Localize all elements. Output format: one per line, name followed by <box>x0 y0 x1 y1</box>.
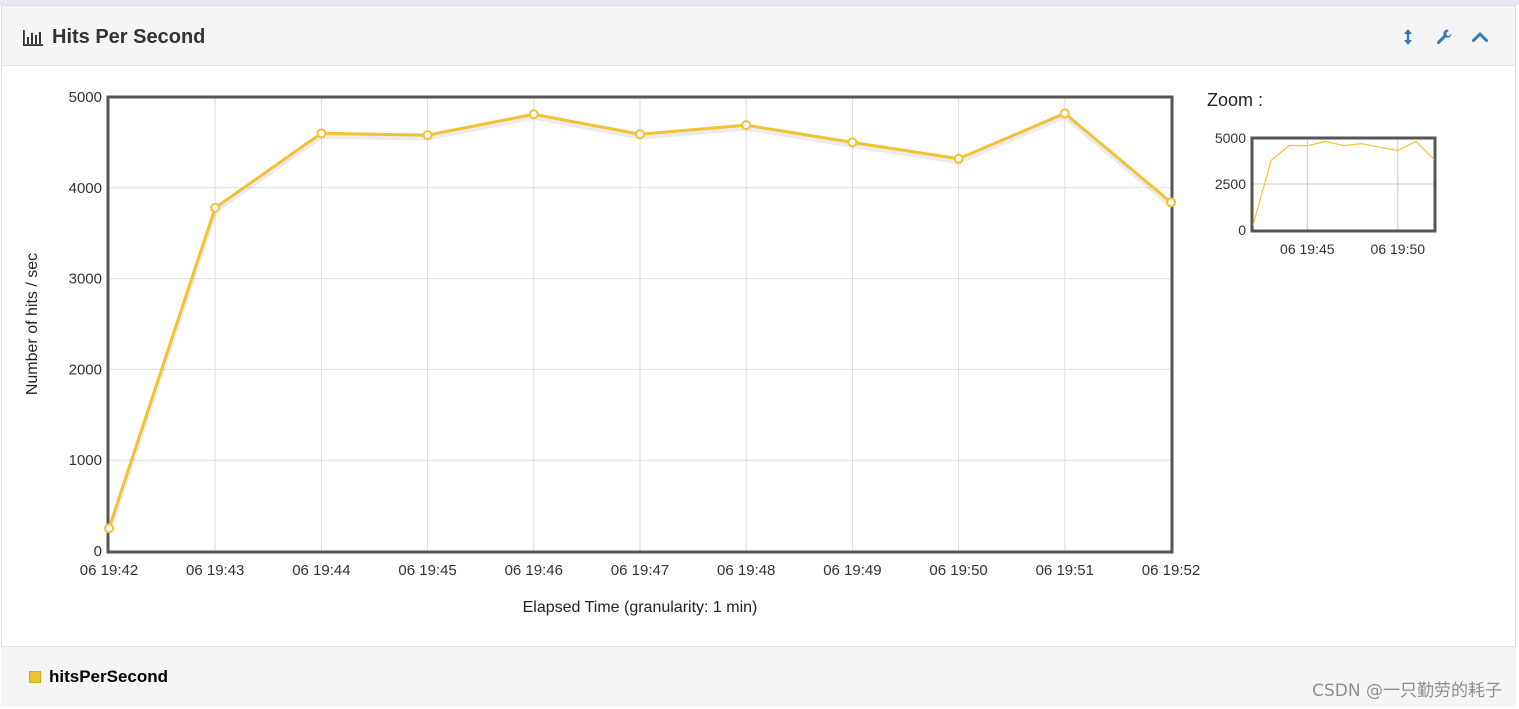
resize-vertical-icon[interactable] <box>1399 28 1417 46</box>
data-point <box>741 120 752 131</box>
x-axis-label: Elapsed Time (granularity: 1 min) <box>523 599 758 616</box>
data-point <box>953 153 964 164</box>
zoom-y-tick-label: 0 <box>1238 222 1246 238</box>
zoom-grid <box>1253 138 1434 230</box>
y-tick-label: 0 <box>94 543 102 560</box>
y-tick-label: 3000 <box>69 271 102 288</box>
zoom-y-tick-label: 2500 <box>1215 176 1246 192</box>
watermark: CSDN @一只勤劳的耗子 <box>1312 681 1502 701</box>
panel-heading: Hits Per Second <box>2 6 1515 66</box>
x-tick-label: 06 19:44 <box>292 562 350 579</box>
panel-title: Hits Per Second <box>22 26 205 49</box>
bar-chart-icon <box>23 29 43 46</box>
x-tick-label: 06 19:50 <box>929 562 987 579</box>
y-tick-labels: 0 1000 2000 3000 4000 5000 <box>69 89 102 560</box>
y-tick-label: 1000 <box>69 452 102 469</box>
y-tick-label: 4000 <box>69 180 102 197</box>
data-point <box>422 130 433 141</box>
y-tick-label: 5000 <box>69 89 102 106</box>
x-tick-label: 06 19:52 <box>1142 562 1200 579</box>
zoom-x-tick-label: 06 19:45 <box>1280 241 1335 257</box>
data-point <box>210 202 221 213</box>
data-point <box>1166 197 1176 208</box>
data-point <box>104 523 114 534</box>
x-tick-labels: 06 19:42 06 19:43 06 19:44 06 19:45 06 19:46… <box>80 562 1200 579</box>
chevron-up-icon[interactable] <box>1471 28 1489 46</box>
data-point <box>528 109 539 120</box>
panel-title-text: Hits Per Second <box>52 26 206 48</box>
legend-bar: hitsPerSecond CSDN @一只勤劳的耗子 <box>1 646 1516 707</box>
x-tick-label: 06 19:45 <box>398 562 456 579</box>
x-tick-label: 06 19:42 <box>80 562 138 579</box>
x-tick-label: 06 19:47 <box>611 562 669 579</box>
data-point <box>847 137 858 148</box>
zoom-x-tick-label: 06 19:50 <box>1371 241 1426 257</box>
x-tick-label: 06 19:43 <box>186 562 244 579</box>
zoom-y-tick-label: 5000 <box>1215 130 1246 146</box>
y-axis-label: Number of hits / sec <box>24 253 41 395</box>
data-point <box>1059 108 1070 119</box>
data-point <box>316 128 327 139</box>
x-tick-label: 06 19:49 <box>823 562 881 579</box>
panel-tools <box>1399 28 1489 46</box>
legend-item-hitsPerSecond[interactable]: hitsPerSecond <box>29 667 168 687</box>
x-tick-label: 06 19:48 <box>717 562 775 579</box>
chart-grid <box>108 96 1172 552</box>
zoom-x-tick-labels: 06 19:45 06 19:50 <box>1280 241 1425 257</box>
x-tick-label: 06 19:46 <box>505 562 563 579</box>
x-tick-label: 06 19:51 <box>1036 562 1094 579</box>
data-point <box>635 129 645 140</box>
zoom-label: Zoom : <box>1207 90 1263 110</box>
legend-label: hitsPerSecond <box>49 667 169 686</box>
y-tick-label: 2000 <box>69 361 102 378</box>
zoom-series-line <box>1252 140 1435 226</box>
zoom-series-hitsPerSecond <box>1252 140 1435 226</box>
main-chart: 010002000300040005000 06 19:42 06 19:43 06… <box>24 89 1437 616</box>
zoom-y-tick-labels: 5000 2500 0 <box>1215 130 1246 238</box>
wrench-icon[interactable] <box>1435 28 1453 46</box>
legend-swatch <box>29 671 41 683</box>
